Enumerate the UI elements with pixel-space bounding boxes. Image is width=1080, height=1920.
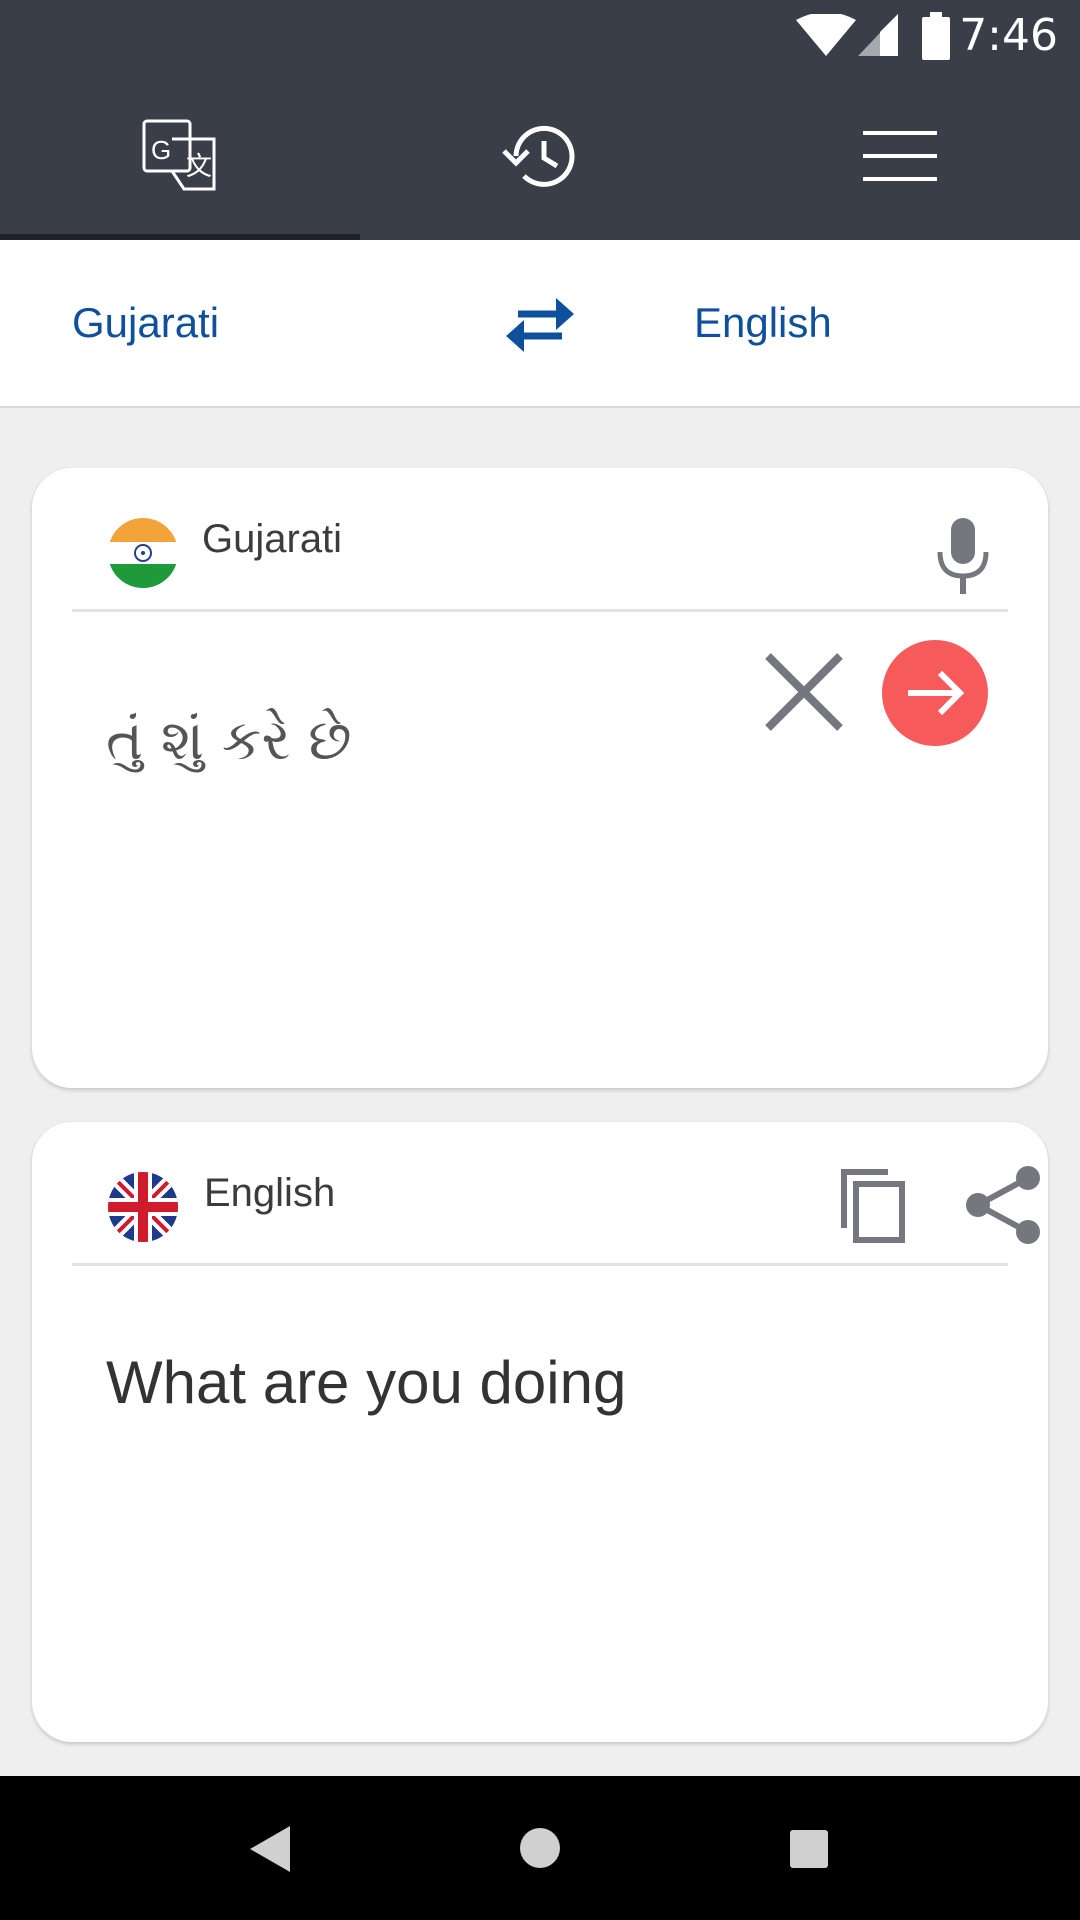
svg-text:文: 文 [186, 152, 212, 182]
uk-flag-icon [108, 1172, 178, 1242]
copy-icon[interactable] [838, 1166, 906, 1244]
tab-menu[interactable] [720, 72, 1080, 240]
translate-button[interactable] [882, 640, 988, 746]
microphone-icon[interactable] [936, 518, 990, 594]
translate-icon: G 文 [142, 119, 216, 191]
navigation-bar [0, 1776, 1080, 1920]
status-time: 7:46 [959, 10, 1058, 61]
recents-icon[interactable] [790, 1830, 828, 1868]
language-bar: Gujarati English [0, 240, 1080, 408]
back-icon[interactable] [250, 1826, 290, 1872]
tab-translate[interactable]: G 文 [0, 72, 360, 240]
source-language-button[interactable]: Gujarati [72, 240, 219, 406]
wifi-icon [796, 14, 856, 56]
output-card: English What are you doing [32, 1122, 1048, 1742]
target-language-button[interactable]: English [694, 240, 832, 406]
share-icon[interactable] [964, 1166, 1042, 1244]
menu-icon [863, 131, 937, 181]
svg-text:G: G [151, 135, 171, 165]
output-text: What are you doing [106, 1349, 627, 1416]
input-card-header: Gujarati [72, 468, 1008, 612]
input-card: Gujarati તું શું કરે છે [32, 468, 1048, 1088]
input-text[interactable]: તું શું કરે છે [106, 708, 351, 774]
battery-icon [922, 12, 950, 60]
home-icon[interactable] [520, 1828, 560, 1868]
output-card-header: English [72, 1122, 1040, 1266]
status-bar: 7:46 [0, 0, 1080, 72]
input-language-label: Gujarati [202, 516, 343, 561]
close-icon[interactable] [764, 652, 844, 732]
swap-arrows-icon[interactable] [498, 292, 582, 356]
tab-history[interactable] [360, 72, 720, 240]
history-icon [502, 125, 575, 187]
app-bar: G 文 [0, 72, 1080, 240]
india-flag-icon [108, 518, 178, 588]
cellular-signal-icon [858, 14, 898, 56]
output-language-label: English [204, 1170, 336, 1215]
